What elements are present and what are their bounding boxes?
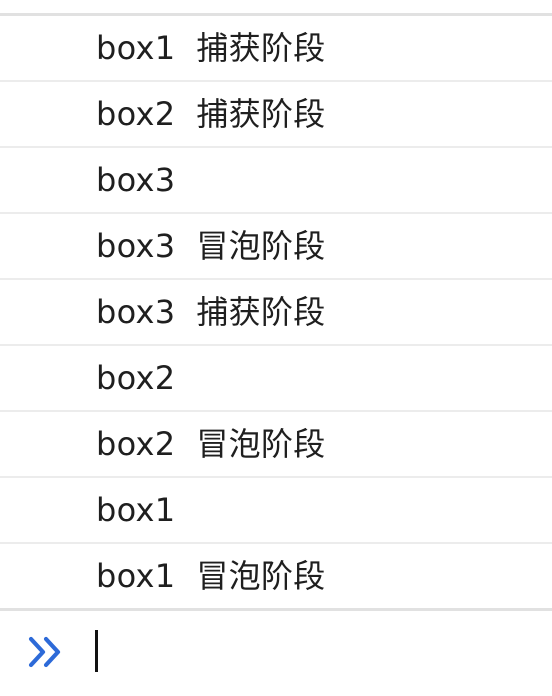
- console-log-list: box1 捕获阶段 box2 捕获阶段 box3 box3 冒泡阶段 box3 …: [0, 16, 552, 611]
- console-log-message: box1 捕获阶段: [96, 29, 326, 67]
- console-log-row: box2 冒泡阶段: [0, 412, 552, 478]
- console-panel: box1 捕获阶段 box2 捕获阶段 box3 box3 冒泡阶段 box3 …: [0, 0, 552, 696]
- console-log-row: box1 冒泡阶段: [0, 544, 552, 611]
- chevron-double-right-icon: [28, 636, 61, 668]
- console-log-row: box2: [0, 346, 552, 412]
- console-log-message: box2 冒泡阶段: [96, 425, 326, 463]
- console-log-message: box1: [96, 491, 176, 529]
- console-log-message: box3: [96, 161, 176, 199]
- console-log-row: box3: [0, 148, 552, 214]
- console-input-row[interactable]: [0, 616, 552, 686]
- console-input-caret[interactable]: [95, 630, 98, 672]
- console-log-message: box3 捕获阶段: [96, 293, 326, 331]
- console-log-row: box1 捕获阶段: [0, 16, 552, 82]
- console-log-row: box3 冒泡阶段: [0, 214, 552, 280]
- console-log-message: box1 冒泡阶段: [96, 557, 326, 595]
- console-log-row: box3 捕获阶段: [0, 280, 552, 346]
- console-log-message: box2: [96, 359, 176, 397]
- console-log-row: box2 捕获阶段: [0, 82, 552, 148]
- console-log-message: box3 冒泡阶段: [96, 227, 326, 265]
- console-log-row: box1: [0, 478, 552, 544]
- console-log-message: box2 捕获阶段: [96, 95, 326, 133]
